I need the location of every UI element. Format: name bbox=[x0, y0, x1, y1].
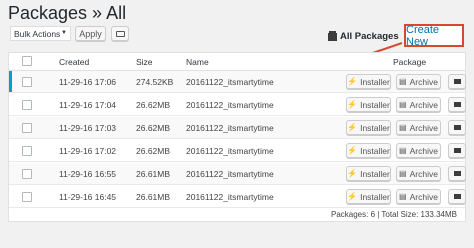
chevron-down-icon: ▼ bbox=[61, 30, 67, 36]
row-created: 11-29-16 16:45 bbox=[59, 192, 117, 202]
row-checkbox[interactable] bbox=[22, 146, 32, 156]
download-button[interactable] bbox=[448, 120, 466, 135]
apply-button[interactable]: Apply bbox=[75, 26, 106, 41]
table-row: 11-29-16 17:02 26.62MB 20161122_itsmarty… bbox=[9, 140, 466, 162]
row-name: 20161122_itsmartytime bbox=[186, 123, 274, 133]
archive-file-icon: ▤ bbox=[399, 169, 407, 178]
installer-label: Installer bbox=[360, 145, 390, 156]
archive-label: Archive bbox=[409, 145, 438, 156]
table-row: 11-29-16 16:55 26.61MB 20161122_itsmarty… bbox=[9, 163, 466, 185]
row-size: 26.61MB bbox=[136, 192, 171, 202]
archive-button[interactable]: ▤ Archive bbox=[396, 166, 441, 181]
grid-view-icon bbox=[115, 30, 125, 37]
archive-label: Archive bbox=[409, 99, 438, 110]
installer-label: Installer bbox=[360, 76, 390, 87]
lightning-icon: ⚡ bbox=[347, 169, 358, 178]
row-created: 11-29-16 16:55 bbox=[59, 169, 117, 179]
archive-button[interactable]: ▤ Archive bbox=[396, 74, 441, 89]
table-row: 11-29-16 17:03 26.62MB 20161122_itsmarty… bbox=[9, 117, 466, 139]
table-row: 11-29-16 16:45 26.61MB 20161122_itsmarty… bbox=[9, 186, 466, 208]
table-row: 11-29-16 17:06 274.52KB 20161122_itsmart… bbox=[9, 71, 466, 93]
row-name: 20161122_itsmartytime bbox=[186, 169, 274, 179]
packages-table: Created Size Name Package 11-29-16 17:06… bbox=[8, 52, 466, 222]
download-icon bbox=[453, 102, 461, 107]
row-name: 20161122_itsmartytime bbox=[186, 100, 274, 110]
download-icon bbox=[453, 171, 461, 176]
installer-button[interactable]: ⚡ Installer bbox=[346, 120, 391, 135]
archive-label: Archive bbox=[409, 168, 438, 179]
row-size: 26.62MB bbox=[136, 123, 171, 133]
installer-label: Installer bbox=[360, 122, 390, 133]
row-size: 26.62MB bbox=[136, 146, 171, 156]
row-created: 11-29-16 17:06 bbox=[59, 77, 117, 87]
row-checkbox[interactable] bbox=[22, 192, 32, 202]
package-icon bbox=[328, 30, 337, 41]
download-icon bbox=[453, 125, 461, 130]
bulk-actions-label: Bulk Actions bbox=[14, 28, 61, 39]
row-name: 20161122_itsmartytime bbox=[186, 146, 274, 156]
column-created: Created bbox=[59, 57, 90, 67]
download-button[interactable] bbox=[448, 166, 466, 181]
archive-label: Archive bbox=[409, 191, 438, 202]
lightning-icon: ⚡ bbox=[347, 192, 358, 201]
table-row: 11-29-16 17:04 26.62MB 20161122_itsmarty… bbox=[9, 94, 466, 116]
archive-button[interactable]: ▤ Archive bbox=[396, 120, 441, 135]
column-name: Name bbox=[186, 57, 209, 67]
installer-label: Installer bbox=[360, 168, 390, 179]
archive-button[interactable]: ▤ Archive bbox=[396, 189, 441, 204]
bulk-actions-select[interactable]: Bulk Actions ▼ bbox=[10, 26, 71, 41]
row-checkbox[interactable] bbox=[22, 123, 32, 133]
create-new-button[interactable]: Create New bbox=[404, 24, 464, 48]
row-created: 11-29-16 17:04 bbox=[59, 100, 117, 110]
row-size: 26.61MB bbox=[136, 169, 171, 179]
row-name: 20161122_itsmartytime bbox=[186, 192, 274, 202]
archive-label: Archive bbox=[409, 122, 438, 133]
installer-label: Installer bbox=[360, 191, 390, 202]
row-name: 20161122_itsmartytime bbox=[186, 77, 274, 87]
row-checkbox[interactable] bbox=[22, 77, 32, 87]
archive-file-icon: ▤ bbox=[399, 77, 407, 86]
archive-file-icon: ▤ bbox=[399, 192, 407, 201]
download-icon bbox=[453, 148, 461, 153]
installer-button[interactable]: ⚡ Installer bbox=[346, 97, 391, 112]
installer-button[interactable]: ⚡ Installer bbox=[346, 143, 391, 158]
lightning-icon: ⚡ bbox=[347, 77, 358, 86]
table-summary: Packages: 6 | Total Size: 133.34MB bbox=[330, 210, 457, 219]
row-size: 26.62MB bbox=[136, 100, 171, 110]
installer-label: Installer bbox=[360, 99, 390, 110]
lightning-icon: ⚡ bbox=[347, 146, 358, 155]
download-button[interactable] bbox=[448, 97, 466, 112]
row-size: 274.52KB bbox=[136, 77, 174, 87]
download-button[interactable] bbox=[448, 143, 466, 158]
download-icon bbox=[453, 79, 461, 84]
archive-button[interactable]: ▤ Archive bbox=[396, 97, 441, 112]
row-checkbox[interactable] bbox=[22, 100, 32, 110]
download-icon bbox=[453, 194, 461, 199]
archive-button[interactable]: ▤ Archive bbox=[396, 143, 441, 158]
archive-file-icon: ▤ bbox=[399, 123, 407, 132]
column-package: Package bbox=[393, 57, 427, 67]
row-checkbox[interactable] bbox=[22, 169, 32, 179]
archive-file-icon: ▤ bbox=[399, 146, 407, 155]
page-title: Packages » All bbox=[8, 3, 127, 23]
table-header: Created Size Name Package bbox=[9, 53, 465, 71]
row-created: 11-29-16 17:02 bbox=[59, 146, 117, 156]
archive-label: Archive bbox=[409, 76, 438, 87]
view-toggle-button[interactable] bbox=[111, 26, 129, 41]
row-created: 11-29-16 17:03 bbox=[59, 123, 117, 133]
lightning-icon: ⚡ bbox=[347, 100, 358, 109]
download-button[interactable] bbox=[448, 189, 466, 204]
installer-button[interactable]: ⚡ Installer bbox=[346, 166, 391, 181]
archive-file-icon: ▤ bbox=[399, 100, 407, 109]
select-all-checkbox[interactable] bbox=[22, 56, 32, 66]
column-size: Size bbox=[136, 57, 153, 67]
lightning-icon: ⚡ bbox=[347, 123, 358, 132]
installer-button[interactable]: ⚡ Installer bbox=[346, 74, 391, 89]
installer-button[interactable]: ⚡ Installer bbox=[346, 189, 391, 204]
download-button[interactable] bbox=[448, 74, 466, 89]
